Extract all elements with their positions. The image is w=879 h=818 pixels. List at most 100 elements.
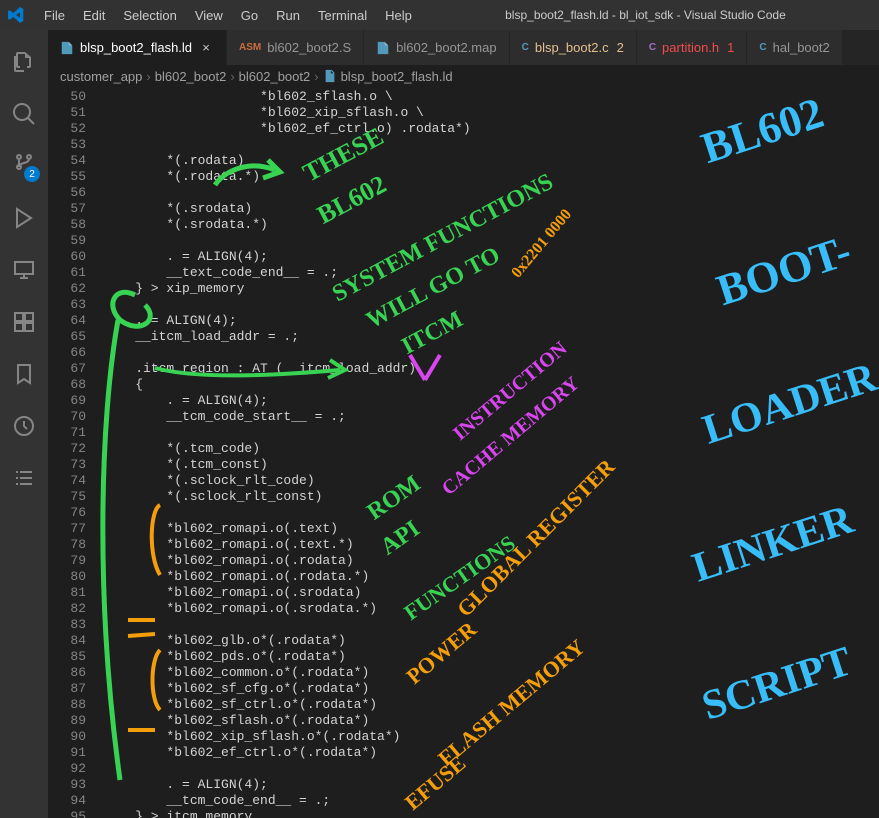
code-line[interactable]: *bl602_romapi.o(.srodata) [104, 585, 879, 601]
code-line[interactable]: . = ALIGN(4); [104, 313, 879, 329]
line-number: 61 [48, 265, 86, 281]
menu-edit[interactable]: Edit [75, 4, 113, 27]
code-line[interactable]: *bl602_ef_ctrl.o) .rodata*) [104, 121, 879, 137]
code-editor[interactable]: 5051525354555657585960616263646566676869… [48, 87, 879, 818]
activity-timeline[interactable] [0, 402, 48, 450]
code-line[interactable]: *bl602_sflash.o \ [104, 89, 879, 105]
code-line[interactable]: *bl602_ef_ctrl.o*(.rodata*) [104, 745, 879, 761]
code-line[interactable] [104, 617, 879, 633]
code-line[interactable] [104, 425, 879, 441]
editor-tab[interactable]: Cpartition.h1 [637, 30, 748, 65]
line-number: 60 [48, 249, 86, 265]
window-title: blsp_boot2_flash.ld - bl_iot_sdk - Visua… [420, 8, 871, 22]
line-number: 81 [48, 585, 86, 601]
code-line[interactable]: *bl602_romapi.o(.text.*) [104, 537, 879, 553]
line-number: 63 [48, 297, 86, 313]
menu-file[interactable]: File [36, 4, 73, 27]
line-number: 95 [48, 809, 86, 818]
code-line[interactable]: *(.sclock_rlt_const) [104, 489, 879, 505]
breadcrumb-segment[interactable]: blsp_boot2_flash.ld [341, 69, 453, 84]
code-line[interactable]: *(.srodata) [104, 201, 879, 217]
code-line[interactable] [104, 137, 879, 153]
code-line[interactable]: *bl602_xip_sflash.o*(.rodata*) [104, 729, 879, 745]
line-number: 78 [48, 537, 86, 553]
code-line[interactable]: *(.sclock_rlt_code) [104, 473, 879, 489]
code-line[interactable]: __text_code_end__ = .; [104, 265, 879, 281]
code-line[interactable]: *bl602_sflash.o*(.rodata*) [104, 713, 879, 729]
activity-remote[interactable] [0, 246, 48, 294]
menu-view[interactable]: View [187, 4, 231, 27]
code-line[interactable]: . = ALIGN(4); [104, 777, 879, 793]
activity-extensions[interactable] [0, 298, 48, 346]
editor-tab[interactable]: Chal_boot2 [747, 30, 842, 65]
tab-modification-count: 1 [727, 40, 734, 55]
code-line[interactable]: *bl602_sf_ctrl.o*(.rodata*) [104, 697, 879, 713]
menu-run[interactable]: Run [268, 4, 308, 27]
code-line[interactable]: } > itcm_memory [104, 809, 879, 818]
menu-selection[interactable]: Selection [115, 4, 184, 27]
activity-bookmark[interactable] [0, 350, 48, 398]
code-line[interactable] [104, 761, 879, 777]
line-number: 67 [48, 361, 86, 377]
editor-tab[interactable]: ASMbl602_boot2.S [227, 30, 364, 65]
remote-icon [12, 258, 36, 282]
extensions-icon [12, 310, 36, 334]
editor-tab[interactable]: Cblsp_boot2.c2 [510, 30, 637, 65]
code-line[interactable]: __tcm_code_end__ = .; [104, 793, 879, 809]
activity-outline[interactable] [0, 454, 48, 502]
line-number: 74 [48, 473, 86, 489]
editor-tab[interactable]: bl602_boot2.map [364, 30, 509, 65]
activity-scm[interactable]: 2 [0, 142, 48, 190]
code-line[interactable]: *bl602_glb.o*(.rodata*) [104, 633, 879, 649]
code-line[interactable]: *bl602_romapi.o(.text) [104, 521, 879, 537]
code-line[interactable]: __tcm_code_start__ = .; [104, 409, 879, 425]
line-number: 83 [48, 617, 86, 633]
activity-explorer[interactable] [0, 38, 48, 86]
code-line[interactable]: *(.rodata.*) [104, 169, 879, 185]
code-line[interactable]: *(.tcm_const) [104, 457, 879, 473]
code-content[interactable]: *bl602_sflash.o \ *bl602_xip_sflash.o \ … [104, 87, 879, 818]
code-line[interactable]: } > xip_memory [104, 281, 879, 297]
menu-go[interactable]: Go [233, 4, 266, 27]
editor-area: blsp_boot2_flash.ld×ASMbl602_boot2.Sbl60… [48, 30, 879, 818]
code-line[interactable]: *bl602_xip_sflash.o \ [104, 105, 879, 121]
activity-bar: 2 [0, 30, 48, 818]
code-line[interactable]: . = ALIGN(4); [104, 393, 879, 409]
breadcrumb-segment[interactable]: bl602_boot2 [239, 69, 311, 84]
code-line[interactable]: *(.tcm_code) [104, 441, 879, 457]
code-line[interactable]: . = ALIGN(4); [104, 249, 879, 265]
code-line[interactable]: *bl602_romapi.o(.rodata) [104, 553, 879, 569]
code-line[interactable]: *(.srodata.*) [104, 217, 879, 233]
code-line[interactable]: *bl602_sf_cfg.o*(.rodata*) [104, 681, 879, 697]
code-line[interactable] [104, 345, 879, 361]
activity-search[interactable] [0, 90, 48, 138]
code-line[interactable]: *bl602_common.o*(.rodata*) [104, 665, 879, 681]
activity-run[interactable] [0, 194, 48, 242]
code-line[interactable]: .itcm_region : AT (__itcm_load_addr) [104, 361, 879, 377]
code-line[interactable]: { [104, 377, 879, 393]
code-line[interactable]: __itcm_load_addr = .; [104, 329, 879, 345]
breadcrumb-segment[interactable]: bl602_boot2 [155, 69, 227, 84]
main-menu: File Edit Selection View Go Run Terminal… [36, 4, 420, 27]
code-line[interactable]: *bl602_pds.o*(.rodata*) [104, 649, 879, 665]
line-number: 54 [48, 153, 86, 169]
close-icon[interactable]: × [198, 40, 214, 56]
code-line[interactable] [104, 297, 879, 313]
menu-terminal[interactable]: Terminal [310, 4, 375, 27]
line-number: 52 [48, 121, 86, 137]
editor-tab[interactable]: blsp_boot2_flash.ld× [48, 30, 227, 65]
code-line[interactable]: *bl602_romapi.o(.srodata.*) [104, 601, 879, 617]
menu-help[interactable]: Help [377, 4, 420, 27]
code-line[interactable]: *bl602_romapi.o(.rodata.*) [104, 569, 879, 585]
chevron-right-icon: › [314, 69, 318, 84]
line-number: 65 [48, 329, 86, 345]
code-line[interactable]: *(.rodata) [104, 153, 879, 169]
breadcrumb[interactable]: customer_app › bl602_boot2 › bl602_boot2… [48, 65, 879, 87]
line-number: 59 [48, 233, 86, 249]
code-line[interactable] [104, 505, 879, 521]
code-line[interactable] [104, 185, 879, 201]
tab-label: hal_boot2 [773, 40, 830, 55]
breadcrumb-segment[interactable]: customer_app [60, 69, 142, 84]
code-line[interactable] [104, 233, 879, 249]
run-debug-icon [12, 206, 36, 230]
